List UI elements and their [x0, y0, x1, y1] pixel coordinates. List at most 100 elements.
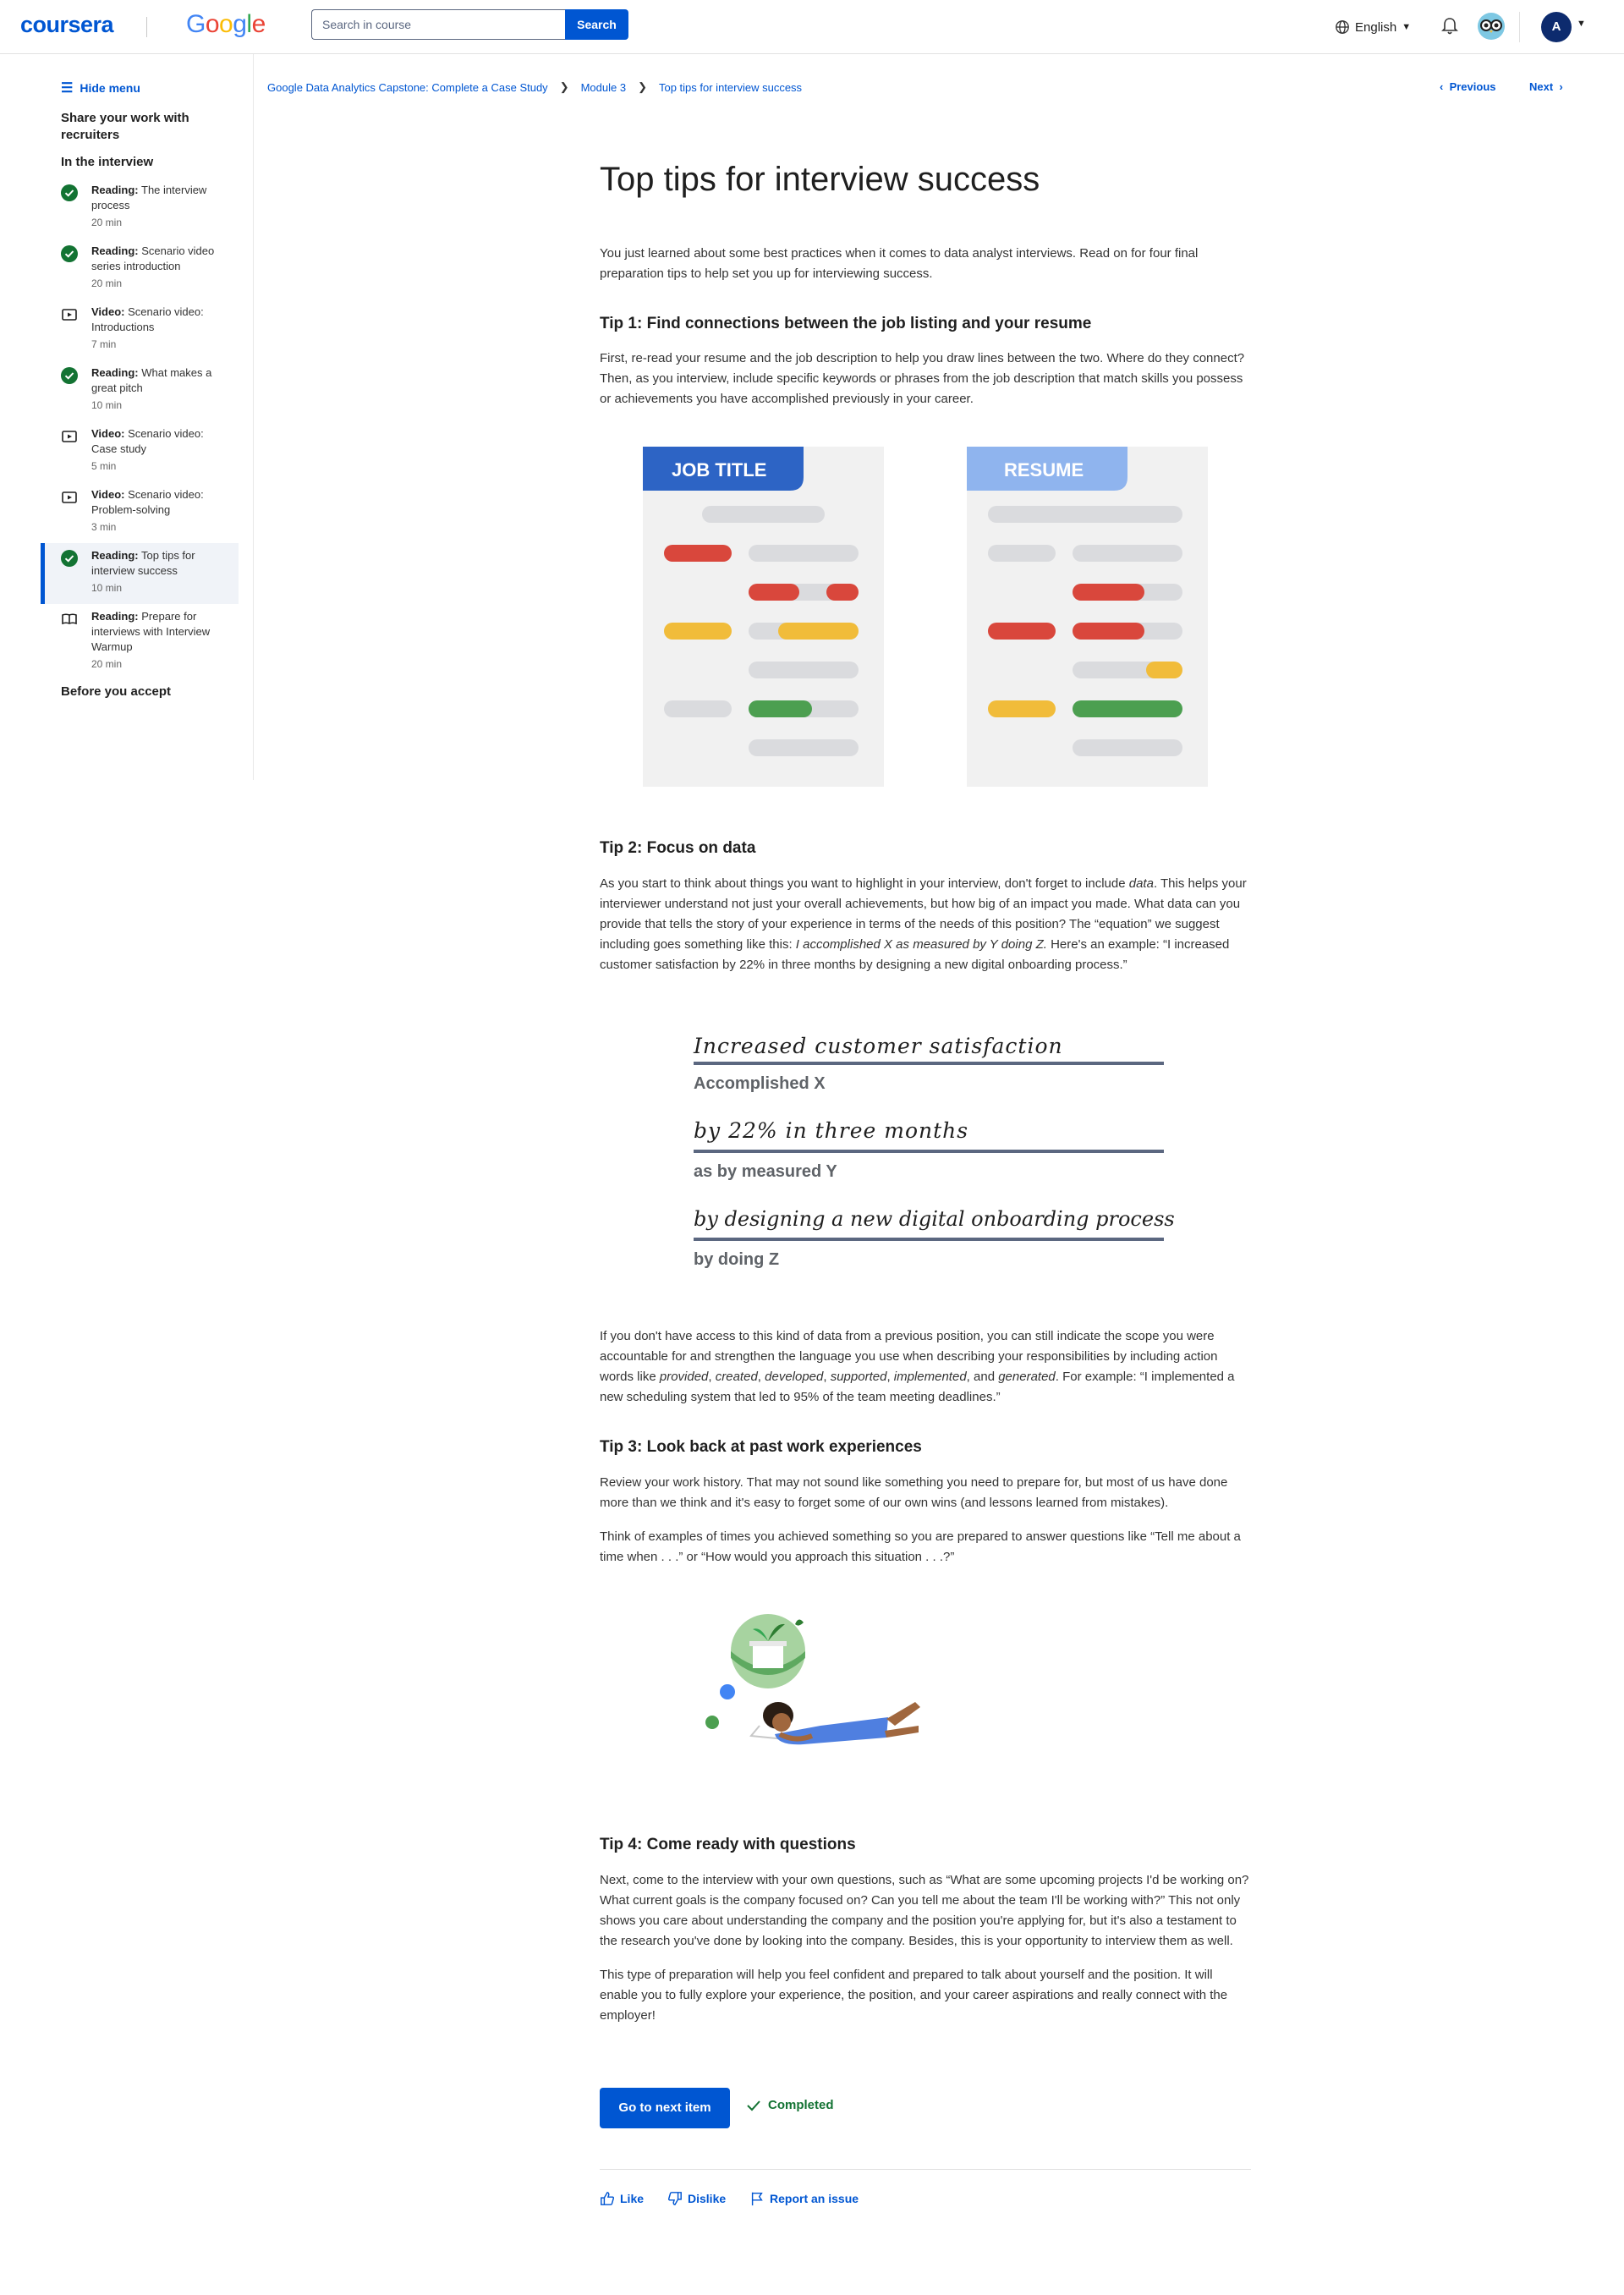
- tip2-after-paragraph: If you don't have access to this kind of…: [600, 1329, 1235, 1404]
- logo-divider: [146, 17, 147, 37]
- item-duration: 10 min: [91, 399, 123, 411]
- sidebar-item-problem-solving[interactable]: Video: Scenario video: Problem-solving 3 …: [41, 482, 239, 543]
- breadcrumb-module[interactable]: Module 3: [581, 81, 626, 94]
- item-type: Reading:: [91, 366, 139, 379]
- item-type: Reading:: [91, 610, 139, 623]
- chevron-right-icon: ❯: [638, 80, 647, 93]
- breadcrumb-course[interactable]: Google Data Analytics Capstone: Complete…: [267, 81, 548, 94]
- sidebar-item-great-pitch[interactable]: Reading: What makes a great pitch 10 min: [41, 360, 239, 421]
- search-button[interactable]: Search: [565, 9, 628, 40]
- completed-label: Completed: [768, 2098, 834, 2112]
- item-type: Reading:: [91, 244, 139, 257]
- tip2-paragraph: As you start to think about things you w…: [600, 874, 1251, 975]
- chevron-down-icon[interactable]: ▼: [1577, 19, 1586, 29]
- equation-line-2: by 22% in three months: [694, 1118, 968, 1143]
- video-icon: [62, 431, 77, 442]
- sidebar-item-interview-process[interactable]: Reading: The interview process 20 min: [41, 178, 239, 239]
- divider: [600, 2169, 1251, 2170]
- tip2-emphasis-equation: I accomplished X as measured by Y doing …: [795, 937, 1047, 952]
- action-word: supported: [830, 1370, 887, 1384]
- item-type: Video:: [91, 488, 125, 501]
- coach-owl-icon[interactable]: [1477, 12, 1506, 41]
- action-word: developed: [765, 1370, 824, 1384]
- language-label: English: [1355, 19, 1397, 35]
- report-issue-button[interactable]: Report an issue: [749, 2191, 859, 2206]
- tip3-paragraph-2: Think of examples of times you achieved …: [600, 1529, 1241, 1564]
- page-title: Top tips for interview success: [600, 161, 1040, 198]
- breadcrumb-page[interactable]: Top tips for interview success: [659, 81, 802, 94]
- equation-label-3: by doing Z: [694, 1250, 779, 1269]
- action-word: created: [715, 1370, 758, 1384]
- tip2-text-a: As you start to think about things you w…: [600, 876, 1129, 891]
- action-word: provided: [659, 1370, 709, 1384]
- video-icon: [62, 491, 77, 503]
- menu-icon: ☰: [61, 81, 74, 96]
- subsection-title[interactable]: In the interview: [61, 155, 153, 169]
- chevron-down-icon: ▼: [1402, 22, 1412, 32]
- check-icon: [747, 2100, 760, 2111]
- hide-menu-label: Hide menu: [80, 81, 140, 95]
- top-header: coursera Google Search in course Search …: [0, 0, 1624, 54]
- equation-line-3: by designing a new digital onboarding pr…: [694, 1207, 1175, 1231]
- item-duration: 3 min: [91, 521, 117, 533]
- language-selector[interactable]: English ▼: [1335, 17, 1411, 37]
- equation-label-2: as by measured Y: [694, 1162, 837, 1181]
- dislike-button[interactable]: Dislike: [667, 2191, 726, 2206]
- google-logo: Google: [186, 10, 266, 38]
- tip3-heading: Tip 3: Look back at past work experience…: [600, 1438, 922, 1456]
- item-duration: 20 min: [91, 658, 123, 670]
- check-circle-icon: [61, 184, 78, 201]
- course-sidebar: ☰ Hide menu Share your work with recruit…: [0, 54, 254, 780]
- chevron-left-icon: ‹: [1440, 80, 1444, 93]
- avatar[interactable]: A: [1541, 12, 1572, 42]
- intro-paragraph: You just learned about some best practic…: [600, 246, 1199, 281]
- coursera-logo[interactable]: coursera: [20, 12, 114, 38]
- item-duration: 5 min: [91, 460, 117, 472]
- sidebar-item-interview-warmup[interactable]: Reading: Prepare for interviews with Int…: [41, 604, 239, 670]
- item-type: Video:: [91, 427, 125, 440]
- tip4-heading: Tip 4: Come ready with questions: [600, 1836, 856, 1853]
- dislike-label: Dislike: [688, 2192, 727, 2205]
- video-icon: [62, 309, 77, 321]
- sidebar-item-scenario-intro[interactable]: Reading: Scenario video series introduct…: [41, 239, 239, 299]
- tip4-paragraph-1: Next, come to the interview with your ow…: [600, 1873, 1249, 1948]
- breadcrumb: Google Data Analytics Capstone: Complete…: [267, 80, 802, 94]
- thinking-person-illustration: [705, 1614, 920, 1745]
- job-title-label: JOB TITLE: [672, 459, 766, 480]
- tip1-paragraph: First, re-read your resume and the job d…: [600, 351, 1245, 406]
- go-to-next-item-button[interactable]: Go to next item: [600, 2088, 730, 2128]
- tip2-emphasis-data: data: [1128, 876, 1154, 891]
- check-circle-icon: [61, 245, 78, 262]
- chevron-right-icon: ›: [1559, 80, 1563, 93]
- item-duration: 20 min: [91, 277, 123, 289]
- check-circle-icon: [61, 550, 78, 567]
- tip3-paragraph-1: Review your work history. That may not s…: [600, 1475, 1228, 1510]
- thumbs-up-icon: [601, 2192, 615, 2205]
- flag-icon: [751, 2192, 763, 2206]
- sidebar-item-introductions[interactable]: Video: Scenario video: Introductions 7 mi…: [41, 299, 239, 360]
- hide-menu-button[interactable]: ☰ Hide menu: [61, 80, 140, 96]
- header-separator: [1519, 12, 1520, 42]
- item-duration: 7 min: [91, 338, 117, 350]
- next-button[interactable]: Next ›: [1529, 80, 1563, 93]
- sidebar-item-top-tips[interactable]: Reading: Top tips for interview success 1…: [41, 543, 239, 604]
- job-resume-illustration: JOB TITLE RESUME: [643, 447, 1208, 787]
- bell-icon[interactable]: [1441, 17, 1458, 36]
- tip2-heading: Tip 2: Focus on data: [600, 839, 756, 857]
- next-section-title[interactable]: Before you accept: [61, 684, 171, 699]
- like-label: Like: [620, 2192, 645, 2205]
- section-title: Share your work with recruiters: [61, 111, 189, 142]
- check-circle-icon: [61, 367, 78, 384]
- completed-status: Completed: [746, 2098, 834, 2112]
- thumbs-down-icon: [667, 2192, 682, 2205]
- item-type: Video:: [91, 305, 125, 318]
- resume-label: RESUME: [1004, 459, 1084, 480]
- search-input[interactable]: Search in course: [311, 9, 565, 40]
- previous-button[interactable]: ‹ Previous: [1440, 80, 1496, 93]
- item-duration: 20 min: [91, 217, 123, 228]
- action-word: generated: [998, 1370, 1056, 1384]
- report-issue-label: Report an issue: [770, 2192, 859, 2205]
- like-button[interactable]: Like: [600, 2191, 644, 2206]
- sidebar-item-case-study[interactable]: Video: Scenario video: Case study 5 min: [41, 421, 239, 482]
- previous-label: Previous: [1449, 80, 1496, 93]
